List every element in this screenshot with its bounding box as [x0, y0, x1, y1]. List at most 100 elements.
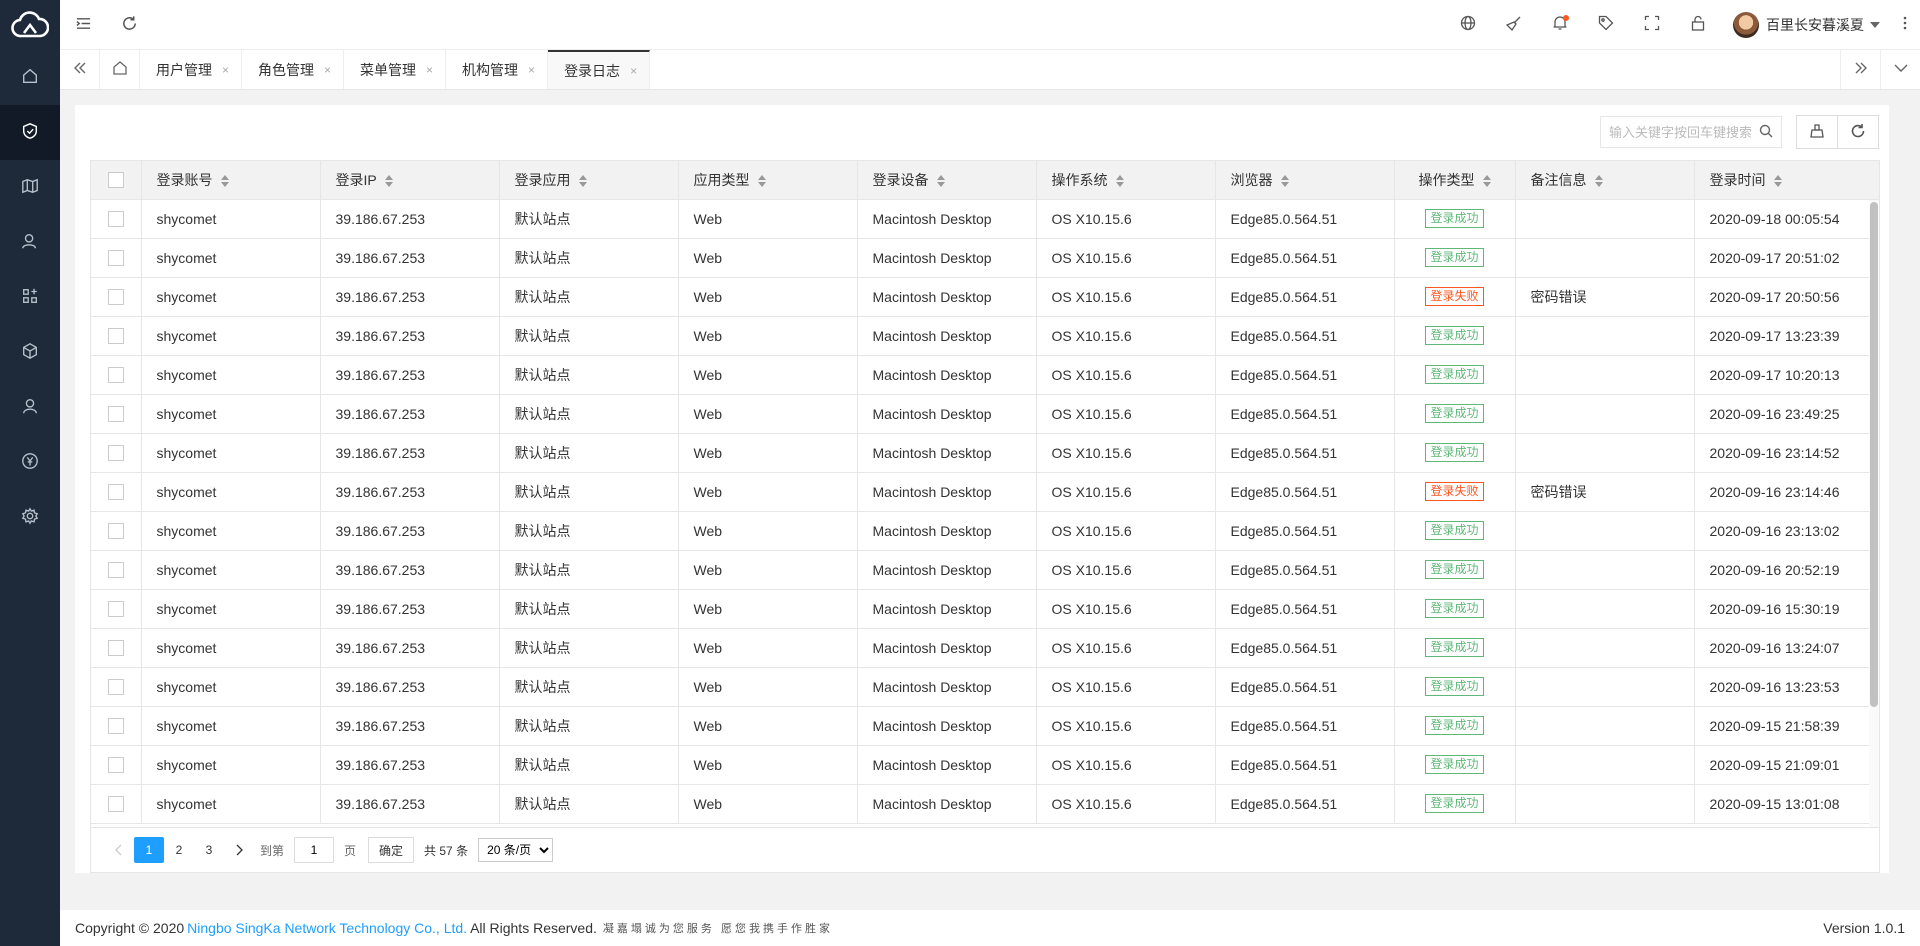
column-header[interactable]: 操作系统 [1036, 161, 1216, 200]
tab-org-management[interactable]: 机构管理 × [446, 50, 549, 89]
fullscreen-button[interactable] [1629, 0, 1675, 50]
tab-scroll-left-button[interactable] [60, 50, 100, 89]
user-menu[interactable]: 百里长安暮溪夏 [1721, 0, 1890, 50]
table-row[interactable]: shycomet 39.186.67.253 默认站点 Web Macintosh De… [91, 394, 1879, 434]
page-button-1[interactable]: 1 [134, 837, 164, 863]
sort-icon[interactable] [1773, 175, 1782, 188]
row-checkbox[interactable] [107, 679, 124, 696]
column-header[interactable]: 应用类型 [678, 161, 858, 200]
row-checkbox[interactable] [107, 601, 124, 618]
row-checkbox[interactable] [107, 640, 124, 657]
table-row[interactable]: shycomet 39.186.67.253 默认站点 Web Macintosh De… [91, 511, 1879, 551]
row-checkbox[interactable] [107, 445, 124, 462]
page-size-select[interactable]: 20 条/页 [478, 838, 554, 862]
sort-icon[interactable] [1482, 175, 1491, 188]
row-checkbox[interactable] [107, 796, 124, 813]
refresh-page-button[interactable] [106, 0, 152, 50]
table-row[interactable]: shycomet 39.186.67.253 默认站点 Web Macintosh De… [91, 745, 1879, 785]
row-checkbox[interactable] [107, 718, 124, 735]
sort-icon[interactable] [936, 175, 945, 188]
column-header[interactable]: 备注信息 [1515, 161, 1695, 200]
sidebar-item-home[interactable] [0, 50, 60, 105]
row-checkbox[interactable] [107, 367, 124, 384]
close-icon[interactable]: × [222, 63, 229, 77]
close-icon[interactable]: × [528, 63, 535, 77]
sort-icon[interactable] [578, 175, 587, 188]
search-icon[interactable] [1759, 124, 1773, 141]
table-row[interactable]: shycomet 39.186.67.253 默认站点 Web Macintosh De… [91, 628, 1879, 668]
column-header[interactable]: 登录时间 [1694, 161, 1879, 200]
goto-confirm-button[interactable]: 确定 [368, 837, 415, 863]
table-row[interactable]: shycomet 39.186.67.253 默认站点 Web Macintosh De… [91, 277, 1879, 317]
prev-page-button[interactable] [104, 837, 134, 863]
close-icon[interactable]: × [426, 63, 433, 77]
tab-scroll-right-button[interactable] [1840, 50, 1880, 89]
column-header[interactable]: 登录应用 [499, 161, 679, 200]
table-row[interactable]: shycomet 39.186.67.253 默认站点 Web Macintosh De… [91, 550, 1879, 590]
scrollbar-thumb[interactable] [1870, 202, 1878, 707]
sort-icon[interactable] [220, 175, 229, 188]
table-scrollbar[interactable] [1869, 200, 1879, 827]
column-header[interactable]: 登录账号 [141, 161, 321, 200]
tab-login-log[interactable]: 登录日志 × [548, 50, 651, 89]
tab-role-management[interactable]: 角色管理 × [242, 50, 345, 89]
tab-home[interactable] [100, 50, 140, 89]
close-icon[interactable]: × [324, 63, 331, 77]
sort-icon[interactable] [384, 175, 393, 188]
next-page-button[interactable] [224, 837, 254, 863]
row-checkbox[interactable] [107, 484, 124, 501]
more-options-button[interactable] [1890, 0, 1920, 50]
table-row[interactable]: shycomet 39.186.67.253 默认站点 Web Macintosh De… [91, 589, 1879, 629]
column-header[interactable]: 登录IP [320, 161, 500, 200]
sort-icon[interactable] [1594, 175, 1603, 188]
clear-cache-button[interactable] [1491, 0, 1537, 50]
column-header[interactable]: 浏览器 [1215, 161, 1395, 200]
table-row[interactable]: shycomet 39.186.67.253 默认站点 Web Macintosh De… [91, 472, 1879, 512]
table-row[interactable]: shycomet 39.186.67.253 默认站点 Web Macintosh De… [91, 316, 1879, 356]
sidebar-item-security[interactable] [0, 105, 60, 160]
cloud-logo-icon[interactable] [0, 0, 60, 50]
row-checkbox[interactable] [107, 250, 124, 267]
row-checkbox[interactable] [107, 562, 124, 579]
row-checkbox[interactable] [107, 328, 124, 345]
tags-button[interactable] [1583, 0, 1629, 50]
tab-actions-dropdown[interactable] [1880, 50, 1920, 89]
lock-screen-button[interactable] [1675, 0, 1721, 50]
row-checkbox[interactable] [107, 406, 124, 423]
column-header[interactable]: 操作类型 [1394, 161, 1516, 200]
table-row[interactable]: shycomet 39.186.67.253 默认站点 Web Macintosh De… [91, 433, 1879, 473]
table-row[interactable]: shycomet 39.186.67.253 默认站点 Web Macintosh De… [91, 784, 1879, 824]
refresh-table-button[interactable] [1837, 115, 1879, 149]
search-input[interactable] [1609, 124, 1759, 140]
column-header[interactable]: 登录设备 [857, 161, 1037, 200]
sort-icon[interactable] [1280, 175, 1289, 188]
table-row[interactable]: shycomet 39.186.67.253 默认站点 Web Macintosh De… [91, 199, 1879, 239]
goto-page-input[interactable] [294, 837, 335, 863]
close-icon[interactable]: × [630, 64, 637, 78]
table-row[interactable]: shycomet 39.186.67.253 默认站点 Web Macintosh De… [91, 706, 1879, 746]
row-checkbox[interactable] [107, 289, 124, 306]
table-row[interactable]: shycomet 39.186.67.253 默认站点 Web Macintosh De… [91, 355, 1879, 395]
sidebar-item-users[interactable] [0, 215, 60, 270]
table-row[interactable]: shycomet 39.186.67.253 默认站点 Web Macintosh De… [91, 667, 1879, 707]
company-link[interactable]: Ningbo SingKa Network Technology Co., Lt… [187, 920, 467, 936]
page-button-2[interactable]: 2 [164, 837, 194, 863]
select-all-checkbox[interactable] [107, 172, 124, 189]
sidebar-item-finance[interactable] [0, 435, 60, 490]
sort-icon[interactable] [757, 175, 766, 188]
menu-toggle-button[interactable] [60, 0, 106, 50]
sort-icon[interactable] [1115, 175, 1124, 188]
sidebar-item-apps[interactable] [0, 270, 60, 325]
sidebar-item-modules[interactable] [0, 325, 60, 380]
table-row[interactable]: shycomet 39.186.67.253 默认站点 Web Macintosh De… [91, 238, 1879, 278]
row-checkbox[interactable] [107, 757, 124, 774]
language-button[interactable] [1445, 0, 1491, 50]
row-checkbox[interactable] [107, 211, 124, 228]
tab-menu-management[interactable]: 菜单管理 × [344, 50, 447, 89]
page-button-3[interactable]: 3 [194, 837, 224, 863]
tab-user-management[interactable]: 用户管理 × [140, 50, 243, 89]
notifications-button[interactable] [1537, 0, 1583, 50]
sidebar-item-library[interactable] [0, 160, 60, 215]
row-checkbox[interactable] [107, 523, 124, 540]
sidebar-item-profile[interactable] [0, 380, 60, 435]
